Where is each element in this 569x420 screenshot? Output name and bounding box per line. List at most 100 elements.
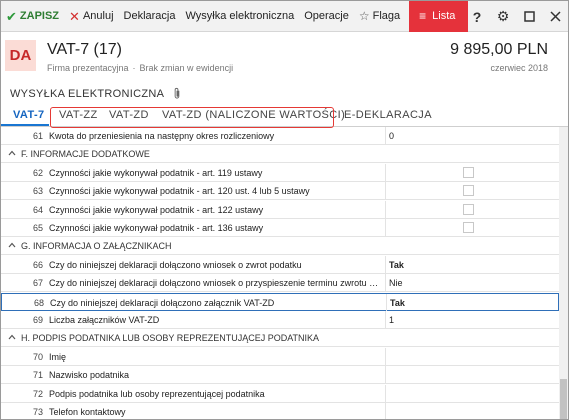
document-header: DA VAT-7 (17) Firma prezentacyjna · Brak z… xyxy=(1,33,568,81)
group-header-row[interactable]: G. INFORMACJA O ZAŁĄCZNIKACH xyxy=(1,237,559,256)
row-checkbox[interactable] xyxy=(463,222,474,233)
row-value[interactable]: 1 xyxy=(385,311,559,328)
close-icon xyxy=(549,11,561,22)
maximize-button[interactable] xyxy=(516,1,542,32)
scrollbar-thumb[interactable] xyxy=(560,379,567,419)
send-electronic-label: Wysyłka elektroniczna xyxy=(185,10,295,22)
gear-icon: ⚙ xyxy=(496,8,510,24)
group-label: G. INFORMACJA O ZAŁĄCZNIKACH xyxy=(21,241,172,252)
section-label: WYSYŁKA ELEKTRONICZNA xyxy=(10,87,165,100)
row-number: 63 xyxy=(32,186,43,197)
row-value[interactable]: 0 xyxy=(385,127,559,144)
operations-menu[interactable]: Operacje xyxy=(299,1,354,32)
list-label: Lista xyxy=(432,10,456,22)
document-title: VAT-7 (17) xyxy=(47,41,122,58)
row-label: Czynności jakie wykonywał podatnik - art… xyxy=(49,204,264,215)
row-number: 61 xyxy=(32,131,43,141)
paperclip-icon[interactable] xyxy=(172,87,182,100)
operations-label: Operacje xyxy=(304,10,349,22)
table-row[interactable]: 65 Czynności jakie wykonywał podatnik - a… xyxy=(1,219,559,237)
menu-icon: ≡ xyxy=(419,8,427,23)
table-row[interactable]: 62 Czynności jakie wykonywał podatnik - a… xyxy=(1,163,559,182)
table-row[interactable]: 64 Czynności jakie wykonywał podatnik - a… xyxy=(1,200,559,219)
chevron-up-icon[interactable] xyxy=(8,241,16,249)
tab-vat-7[interactable]: VAT-7 xyxy=(13,109,45,121)
row-checkbox[interactable] xyxy=(463,203,474,215)
row-checkbox[interactable] xyxy=(463,166,474,178)
save-label: ZAPISZ xyxy=(19,10,60,22)
help-button[interactable]: ? xyxy=(464,1,490,32)
group-header-row[interactable]: H. PODPIS PODATNIKA LUB OSOBY REPREZENTU… xyxy=(1,329,559,348)
star-icon: ☆ xyxy=(358,8,370,23)
row-number: 70 xyxy=(32,351,43,362)
table-row[interactable]: 73 Telefon kontaktowy xyxy=(1,403,559,419)
row-number: 67 xyxy=(32,278,43,289)
row-number: 65 xyxy=(32,223,43,233)
toolbar: ✔ ZAPISZ ✕ Anuluj Deklaracja Wysyłka ele… xyxy=(1,1,568,32)
row-label: Podpis podatnika lub osoby reprezentując… xyxy=(49,388,265,399)
section-title: WYSYŁKA ELEKTRONICZNA xyxy=(10,87,182,100)
row-label: Liczba załączników VAT-ZD xyxy=(49,315,160,325)
cancel-button[interactable]: ✕ Anuluj xyxy=(64,1,118,32)
table-row[interactable]: 71 Nazwisko podatnika xyxy=(1,366,559,385)
row-label: Kwota do przeniesienia na następny okres… xyxy=(49,131,275,141)
send-electronic-menu[interactable]: Wysyłka elektroniczna xyxy=(180,1,299,32)
document-type-badge: DA xyxy=(5,40,36,71)
table-row[interactable]: 63 Czynności jakie wykonywał podatnik - a… xyxy=(1,182,559,201)
row-label: Czy do niniejszej deklaracji dołączono z… xyxy=(50,297,275,308)
cancel-label: Anuluj xyxy=(82,10,114,22)
flag-label: Flaga xyxy=(372,10,401,22)
row-number: 73 xyxy=(32,407,43,417)
declaration-label: Deklaracja xyxy=(123,10,176,22)
ledger-status: Brak zmian w ewidencji xyxy=(139,63,234,73)
flag-button[interactable]: ☆ Flaga xyxy=(354,1,405,32)
row-number: 68 xyxy=(33,297,44,308)
table-row-selected[interactable]: 68 Czy do niniejszej deklaracji dołączono… xyxy=(1,292,559,311)
row-number: 64 xyxy=(32,204,43,215)
row-label: Czynności jakie wykonywał podatnik - art… xyxy=(49,186,310,197)
table-row[interactable]: 67 Czy do niniejszej deklaracji dołączono… xyxy=(1,274,559,293)
check-icon: ✔ xyxy=(6,8,17,24)
row-value[interactable]: Nie xyxy=(385,274,559,292)
row-number: 62 xyxy=(32,167,43,178)
tab-e-declaration[interactable]: E-DEKLARACJA xyxy=(344,109,432,121)
row-checkbox[interactable] xyxy=(463,185,474,197)
row-value[interactable]: Tak xyxy=(385,255,559,273)
close-button[interactable] xyxy=(542,1,568,32)
row-value[interactable] xyxy=(385,366,559,384)
window-controls: ? ⚙ xyxy=(464,1,568,32)
group-label: F. INFORMACJE DODATKOWE xyxy=(21,149,150,160)
row-label: Czynności jakie wykonywał podatnik - art… xyxy=(49,223,264,233)
row-value[interactable] xyxy=(385,384,559,402)
row-label: Nazwisko podatnika xyxy=(49,370,130,381)
table-row[interactable]: 61 Kwota do przeniesienia na następny okr… xyxy=(1,127,559,145)
question-icon: ? xyxy=(472,8,482,25)
table-row[interactable]: 72 Podpis podatnika lub osoby reprezentuj… xyxy=(1,384,559,403)
company-name: Firma prezentacyjna xyxy=(47,63,129,73)
app-window: ✔ ZAPISZ ✕ Anuluj Deklaracja Wysyłka ele… xyxy=(0,0,569,420)
square-icon xyxy=(523,11,535,22)
list-button[interactable]: ≡ Lista xyxy=(409,1,469,32)
table-row[interactable]: 66 Czy do niniejszej deklaracji dołączono… xyxy=(1,255,559,274)
active-tab-indicator xyxy=(1,124,49,126)
declaration-grid: 61 Kwota do przeniesienia na następny okr… xyxy=(1,127,559,419)
declaration-menu[interactable]: Deklaracja xyxy=(119,1,181,32)
chevron-up-icon[interactable] xyxy=(8,149,16,157)
row-value[interactable] xyxy=(385,403,559,419)
table-row[interactable]: 69 Liczba załączników VAT-ZD 1 xyxy=(1,311,559,329)
document-period: czerwiec 2018 xyxy=(490,63,548,73)
row-value[interactable] xyxy=(385,347,559,365)
tabs-highlight-box xyxy=(50,107,334,128)
chevron-up-icon[interactable] xyxy=(8,333,16,341)
vertical-scrollbar[interactable] xyxy=(559,127,568,419)
row-number: 72 xyxy=(32,388,43,399)
group-header-row[interactable]: F. INFORMACJE DODATKOWE xyxy=(1,145,559,164)
settings-button[interactable]: ⚙ xyxy=(490,1,516,32)
save-button[interactable]: ✔ ZAPISZ xyxy=(1,1,64,32)
document-subtitle: Firma prezentacyjna · Brak zmian w ewidenc… xyxy=(47,63,234,73)
table-row[interactable]: 70 Imię xyxy=(1,347,559,366)
row-label: Czy do niniejszej deklaracji dołączono w… xyxy=(49,259,302,270)
row-value[interactable]: Tak xyxy=(386,293,559,311)
row-number: 69 xyxy=(32,315,43,325)
document-amount: 9 895,00 PLN xyxy=(450,41,548,58)
